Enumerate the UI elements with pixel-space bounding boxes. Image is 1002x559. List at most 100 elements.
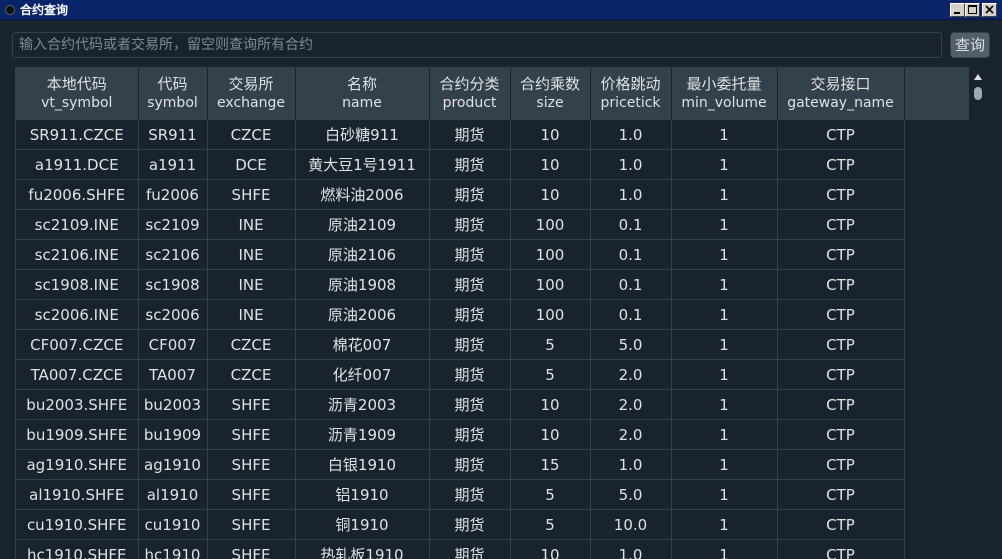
minimize-button[interactable] (950, 3, 965, 17)
query-button[interactable]: 查询 (950, 32, 990, 58)
cell-pricetick[interactable]: 10.0 (590, 509, 672, 540)
cell-pricetick[interactable]: 2.0 (590, 389, 672, 420)
table-row[interactable]: al1910.SHFE al1910 SHFE 铝1910 期货 5 5.0 1 CTP (16, 479, 969, 510)
cell-min-volume[interactable]: 1 (671, 329, 778, 360)
cell-vt-symbol[interactable]: a1911.DCE (16, 149, 139, 180)
table-row[interactable]: fu2006.SHFE fu2006 SHFE 燃料油2006 期货 10 1.0 1 CTP (16, 179, 969, 210)
cell-product[interactable]: 期货 (429, 149, 511, 180)
column-header-exchange[interactable]: 交易所 exchange (207, 68, 296, 120)
cell-pricetick[interactable]: 1.0 (590, 179, 672, 210)
cell-size[interactable]: 5 (510, 509, 591, 540)
cell-vt-symbol[interactable]: sc2006.INE (16, 299, 139, 330)
cell-name[interactable]: 黄大豆1号1911 (295, 149, 430, 180)
cell-name[interactable]: 原油2106 (295, 239, 430, 270)
cell-product[interactable]: 期货 (429, 209, 511, 240)
cell-name[interactable]: 沥青1909 (295, 419, 430, 450)
cell-exchange[interactable]: CZCE (207, 120, 296, 150)
cell-min-volume[interactable]: 1 (671, 299, 778, 330)
cell-vt-symbol[interactable]: bu2003.SHFE (16, 389, 139, 420)
maximize-button[interactable] (965, 3, 980, 17)
table-row[interactable]: sc2006.INE sc2006 INE 原油2006 期货 100 0.1 1 CTP (16, 299, 969, 330)
table-row[interactable]: CF007.CZCE CF007 CZCE 棉花007 期货 5 5.0 1 CTP (16, 329, 969, 360)
cell-size[interactable]: 100 (510, 269, 591, 300)
cell-min-volume[interactable]: 1 (671, 539, 778, 559)
cell-min-volume[interactable]: 1 (671, 239, 778, 270)
cell-symbol[interactable]: TA007 (138, 359, 208, 390)
cell-size[interactable]: 10 (510, 389, 591, 420)
table-row[interactable]: sc1908.INE sc1908 INE 原油1908 期货 100 0.1 1 CTP (16, 269, 969, 300)
cell-size[interactable]: 100 (510, 299, 591, 330)
cell-gateway-name[interactable]: CTP (777, 269, 905, 300)
cell-vt-symbol[interactable]: CF007.CZCE (16, 329, 139, 360)
cell-exchange[interactable]: SHFE (207, 389, 296, 420)
column-header-gateway-name[interactable]: 交易接口 gateway_name (777, 68, 905, 120)
column-header-name[interactable]: 名称 name (295, 68, 430, 120)
cell-name[interactable]: 原油1908 (295, 269, 430, 300)
cell-name[interactable]: 热轧板1910 (295, 539, 430, 559)
cell-exchange[interactable]: SHFE (207, 449, 296, 480)
cell-size[interactable]: 5 (510, 329, 591, 360)
cell-exchange[interactable]: SHFE (207, 419, 296, 450)
cell-gateway-name[interactable]: CTP (777, 149, 905, 180)
cell-gateway-name[interactable]: CTP (777, 479, 905, 510)
cell-exchange[interactable]: INE (207, 299, 296, 330)
cell-gateway-name[interactable]: CTP (777, 209, 905, 240)
cell-product[interactable]: 期货 (429, 419, 511, 450)
cell-name[interactable]: 沥青2003 (295, 389, 430, 420)
cell-vt-symbol[interactable]: al1910.SHFE (16, 479, 139, 510)
cell-pricetick[interactable]: 1.0 (590, 449, 672, 480)
window-titlebar[interactable]: 合约查询 (0, 0, 1002, 20)
cell-vt-symbol[interactable]: sc1908.INE (16, 269, 139, 300)
column-header-size[interactable]: 合约乘数 size (510, 68, 591, 120)
cell-size[interactable]: 10 (510, 149, 591, 180)
cell-vt-symbol[interactable]: SR911.CZCE (16, 120, 139, 150)
cell-pricetick[interactable]: 1.0 (590, 149, 672, 180)
cell-gateway-name[interactable]: CTP (777, 179, 905, 210)
cell-pricetick[interactable]: 1.0 (590, 539, 672, 559)
cell-size[interactable]: 10 (510, 179, 591, 210)
cell-symbol[interactable]: sc2109 (138, 209, 208, 240)
cell-vt-symbol[interactable]: TA007.CZCE (16, 359, 139, 390)
column-header-min-volume[interactable]: 最小委托量 min_volume (671, 68, 778, 120)
cell-size[interactable]: 15 (510, 449, 591, 480)
table-row[interactable]: a1911.DCE a1911 DCE 黄大豆1号1911 期货 10 1.0 1 CTP (16, 149, 969, 180)
cell-exchange[interactable]: DCE (207, 149, 296, 180)
cell-symbol[interactable]: hc1910 (138, 539, 208, 559)
cell-pricetick[interactable]: 0.1 (590, 299, 672, 330)
cell-vt-symbol[interactable]: cu1910.SHFE (16, 509, 139, 540)
cell-name[interactable]: 原油2109 (295, 209, 430, 240)
table-row[interactable]: bu1909.SHFE bu1909 SHFE 沥青1909 期货 10 2.0 1 CTP (16, 419, 969, 450)
cell-min-volume[interactable]: 1 (671, 449, 778, 480)
cell-size[interactable]: 10 (510, 419, 591, 450)
cell-pricetick[interactable]: 0.1 (590, 239, 672, 270)
cell-pricetick[interactable]: 2.0 (590, 359, 672, 390)
cell-pricetick[interactable]: 5.0 (590, 329, 672, 360)
cell-name[interactable]: 棉花007 (295, 329, 430, 360)
cell-product[interactable]: 期货 (429, 329, 511, 360)
cell-vt-symbol[interactable]: fu2006.SHFE (16, 179, 139, 210)
cell-size[interactable]: 10 (510, 539, 591, 559)
scroll-handle[interactable] (974, 87, 982, 100)
cell-product[interactable]: 期货 (429, 509, 511, 540)
cell-product[interactable]: 期货 (429, 120, 511, 150)
cell-symbol[interactable]: bu2003 (138, 389, 208, 420)
cell-symbol[interactable]: a1911 (138, 149, 208, 180)
cell-size[interactable]: 10 (510, 120, 591, 150)
cell-pricetick[interactable]: 1.0 (590, 120, 672, 150)
column-header-symbol[interactable]: 代码 symbol (138, 68, 208, 120)
cell-pricetick[interactable]: 0.1 (590, 209, 672, 240)
cell-symbol[interactable]: bu1909 (138, 419, 208, 450)
cell-min-volume[interactable]: 1 (671, 209, 778, 240)
cell-symbol[interactable]: cu1910 (138, 509, 208, 540)
cell-gateway-name[interactable]: CTP (777, 419, 905, 450)
cell-gateway-name[interactable]: CTP (777, 539, 905, 559)
cell-min-volume[interactable]: 1 (671, 359, 778, 390)
cell-min-volume[interactable]: 1 (671, 149, 778, 180)
cell-vt-symbol[interactable]: sc2106.INE (16, 239, 139, 270)
table-row[interactable]: sc2109.INE sc2109 INE 原油2109 期货 100 0.1 1 CTP (16, 209, 969, 240)
cell-symbol[interactable]: fu2006 (138, 179, 208, 210)
cell-exchange[interactable]: INE (207, 269, 296, 300)
cell-name[interactable]: 燃料油2006 (295, 179, 430, 210)
cell-product[interactable]: 期货 (429, 479, 511, 510)
table-row[interactable]: bu2003.SHFE bu2003 SHFE 沥青2003 期货 10 2.0 1 CTP (16, 389, 969, 420)
